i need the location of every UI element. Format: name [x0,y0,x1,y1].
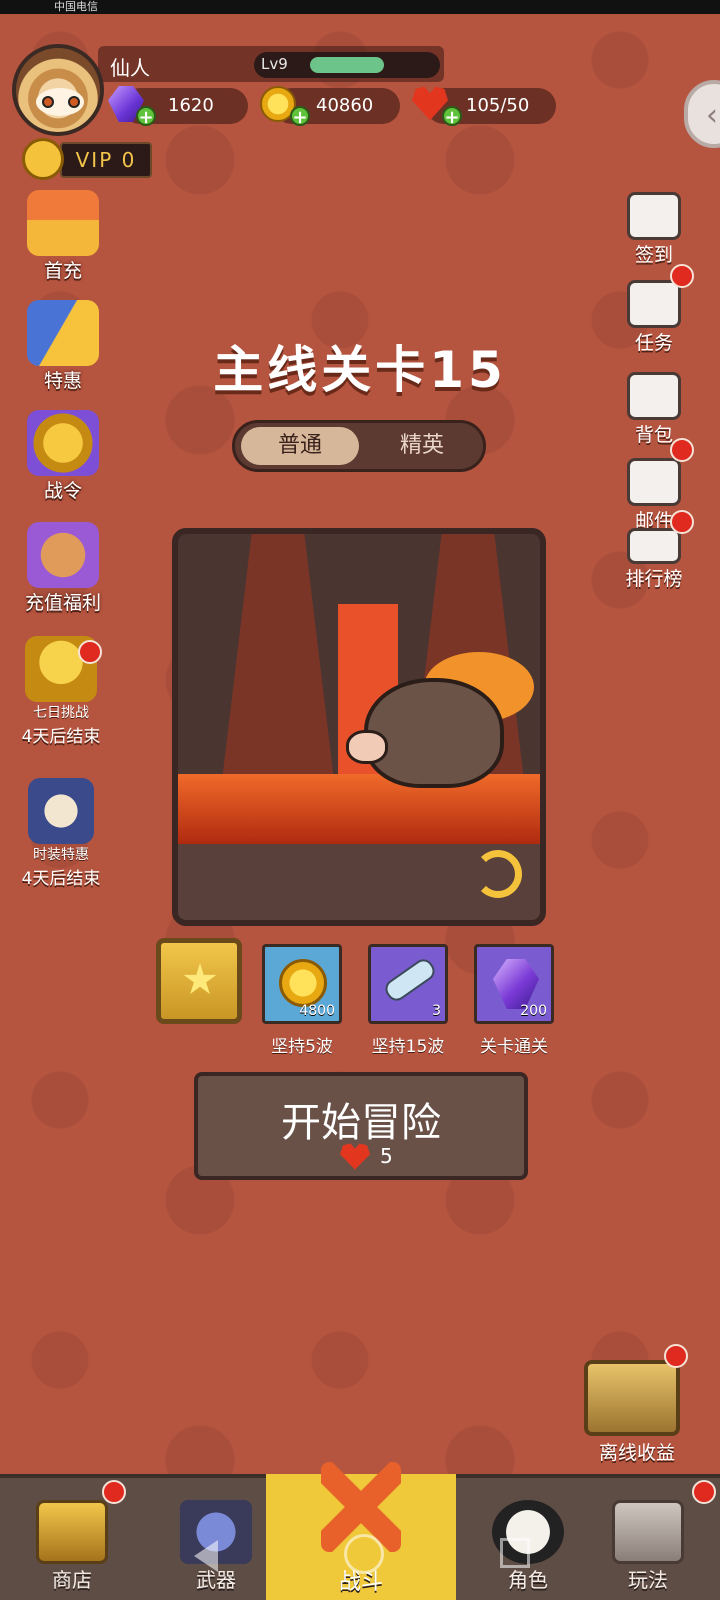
reward-label: 坚持15波 [371,1037,445,1057]
menu-leaderboard[interactable]: 排行榜 [614,528,694,591]
notification-dot [664,1344,688,1368]
money-bag-icon [27,522,99,588]
reward-item[interactable]: 4800 [262,944,342,1024]
boar-snout [346,730,388,764]
add-coins-button[interactable]: + [290,106,310,127]
menu-sign-in[interactable]: 签到 [614,192,694,267]
start-cost: 5 [380,1144,393,1168]
gems-value: 1620 [168,95,214,116]
menu-seven-day-label: 七日挑战 [33,705,89,721]
coin-icon [279,959,327,1007]
medal-icon [27,410,99,476]
menu-battle-pass-label: 战令 [43,480,82,502]
carrier-text: 中国电信 [54,0,98,13]
system-recents-icon[interactable] [500,1538,530,1568]
nav-shop-label: 商店 [52,1568,92,1592]
offline-rewards-label: 离线收益 [598,1442,675,1464]
menu-costume-timer: 4天后结束 [21,869,101,889]
reward-label: 坚持5波 [271,1037,333,1057]
lava-river [178,774,540,844]
menu-sign-in-label: 签到 [634,244,673,266]
menu-seven-day-timer: 4天后结束 [21,727,101,747]
status-bar: 中国电信 [0,0,720,14]
star-icon [183,963,217,994]
start-adventure-label: 开始冒险 [281,1100,441,1146]
player-avatar[interactable] [12,44,104,136]
notification-dot [670,510,694,534]
notification-dot [102,1480,126,1504]
nav-gameplay-label: 玩法 [628,1568,668,1592]
coins-value: 40860 [316,95,374,116]
menu-first-recharge[interactable]: 首充 [8,190,118,283]
boss-boar [364,678,504,788]
energy-value: 105/50 [466,95,530,116]
reward-count: 4800 [299,1003,335,1019]
gem-icon [493,959,539,1009]
volcano-left [218,534,338,814]
tower-icon [612,1500,684,1564]
menu-first-recharge-label: 首充 [43,260,82,282]
vip-crown-icon [22,138,64,180]
reward-count: 200 [520,1003,547,1019]
mode-elite-label: 精英 [399,433,444,458]
gift-icon [27,190,99,256]
reward-chest[interactable] [156,938,242,1024]
side-panel-toggle[interactable]: ‹ [684,80,720,148]
mode-elite-tab[interactable]: 精英 [363,427,481,465]
mode-toggle: 普通 精英 [232,420,486,472]
mode-normal-tab[interactable]: 普通 [241,427,359,465]
envelope-icon [627,458,681,506]
reward-item[interactable]: 3 [368,944,448,1024]
notification-dot [670,438,694,462]
avatar-eye-right [68,96,80,108]
calendar-icon [627,192,681,240]
key-icon [381,955,439,1005]
add-gems-button[interactable]: + [136,106,156,127]
menu-recharge-bonus[interactable]: 充值福利 [8,522,118,615]
reward-count: 3 [432,1003,441,1019]
stage-scene [172,528,546,926]
chest-icon [36,1500,108,1564]
chevron-left-icon: ‹ [706,98,718,133]
player-level: Lv9 [261,55,288,73]
menu-costume-label: 时装特惠 [33,847,89,863]
vip-badge[interactable]: VIP 0 [60,142,152,178]
mode-normal-label: 普通 [277,433,322,458]
podium-icon [627,528,681,564]
reward-item[interactable]: 200 [474,944,554,1024]
reward-label: 关卡通关 [480,1037,548,1057]
stage-title: 主线关卡15 [213,341,507,399]
system-back-icon[interactable] [194,1540,218,1572]
offline-rewards-chest[interactable] [584,1360,680,1436]
player-name: 仙人 [110,56,150,80]
menu-recharge-bonus-label: 充值福利 [24,592,101,614]
system-home-icon[interactable] [344,1534,384,1574]
menu-leaderboard-label: 排行榜 [625,568,683,590]
menu-costume-sale[interactable]: 时装特惠 4天后结束 [6,778,116,889]
notification-dot [78,640,102,664]
level-progress-bar [310,57,384,73]
avatar-eye-left [42,96,54,108]
task-list-icon [627,280,681,328]
notification-dot [692,1480,716,1504]
add-energy-button[interactable]: + [442,106,462,127]
notification-dot [670,264,694,288]
refresh-icon[interactable] [474,850,522,898]
menu-battle-pass[interactable]: 战令 [8,410,118,503]
samurai-avatar-icon [28,778,94,844]
